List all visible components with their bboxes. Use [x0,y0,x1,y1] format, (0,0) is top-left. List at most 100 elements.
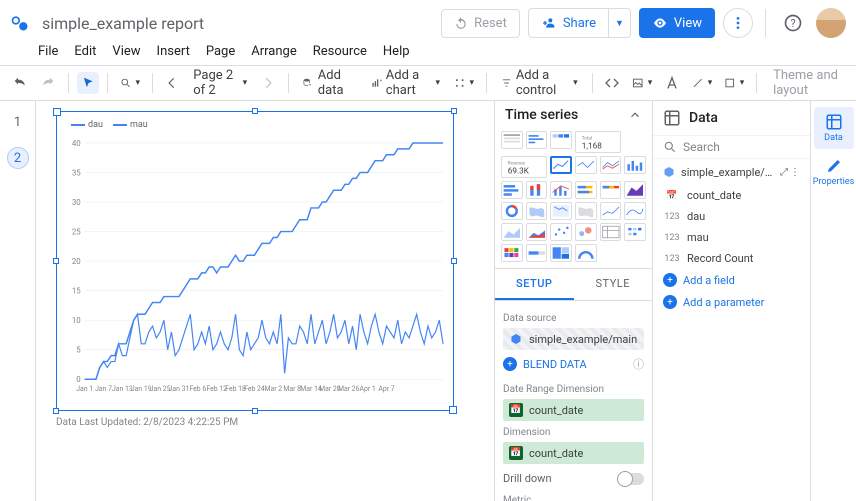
blend-add-icon[interactable]: + [503,357,517,371]
field-record-count[interactable]: 123Record Count [653,248,810,269]
menu-resource[interactable]: Resource [313,44,367,59]
chart-type-bar[interactable] [624,156,646,174]
drill-down-toggle[interactable] [618,473,644,485]
menu-file[interactable]: File [38,44,58,59]
user-avatar[interactable] [816,8,846,38]
code-icon [604,75,620,91]
datasource-chip[interactable]: simple_example/main [503,328,644,350]
field-search[interactable]: Search [653,136,810,159]
redo-button[interactable] [36,71,60,95]
chart-type-table-bars[interactable] [526,131,548,149]
more-options-button[interactable] [723,8,753,38]
view-button[interactable]: View [639,8,715,38]
dimension-chip[interactable]: 📅 count_date [503,442,644,464]
chart-type-scorecard-compact[interactable]: Revenue69.3K [501,156,547,178]
chart-type-area2[interactable] [501,223,523,241]
more-vert-icon [730,15,746,31]
share-button[interactable]: Share [528,8,608,38]
menu-arrange[interactable]: Arrange [251,44,296,59]
chart-type-sparkline[interactable] [575,156,597,174]
rail-data-button[interactable]: Data [814,107,854,149]
chart-type-timeseries[interactable] [550,156,572,174]
chart-type-pivot-bars[interactable] [624,223,646,241]
chart-type-geo-filled[interactable] [550,202,572,220]
undo-icon [454,16,468,30]
chart-type-stackbar[interactable] [526,181,548,199]
chart-type-area[interactable] [624,181,646,199]
datasource-row[interactable]: simple_example/main ⤢ ⋮ [653,159,810,185]
page-thumb-1[interactable]: 1 [7,111,29,133]
report-canvas[interactable]: dau mau 0510152025303540 Jan 1Jan 7Jan 1… [36,101,494,501]
page-indicator[interactable]: Page 2 of 2 ▾ [187,64,253,102]
shape-button[interactable]: ▾ [720,71,748,95]
chart-type-pivot[interactable] [600,223,622,241]
ds-menu-icon[interactable]: ⋮ [790,167,800,178]
chart-type-stackbar-h[interactable] [575,181,597,199]
svg-text:25: 25 [72,228,81,237]
collapse-ds-icon[interactable]: ⤢ [780,167,788,178]
chart-type-bullet[interactable] [526,244,548,262]
time-series-chart[interactable]: dau mau 0510152025303540 Jan 1Jan 7Jan 1… [56,111,454,411]
next-page-button[interactable] [257,72,280,94]
chart-type-stackbar-100[interactable] [600,181,622,199]
menu-page[interactable]: Page [206,44,235,59]
line-button[interactable]: ▾ [688,71,716,95]
blend-data-button[interactable]: BLEND DATA [523,358,587,371]
bigquery-icon [509,332,523,346]
chart-type-bubble[interactable] [575,223,597,241]
tab-setup[interactable]: SETUP [495,269,574,300]
help-button[interactable]: ? [778,8,808,38]
chart-type-stackedarea[interactable] [526,223,548,241]
add-field-button[interactable]: +Add a field [653,269,810,291]
chart-type-spark-bars[interactable] [600,156,622,174]
community-viz-button[interactable]: ▾ [450,71,478,95]
chart-type-table[interactable] [501,131,523,149]
chart-type-combo[interactable] [550,181,572,199]
svg-text:20: 20 [72,257,81,266]
add-chart-button[interactable]: +Add a chart ▾ [365,64,446,102]
chart-type-treemap[interactable] [550,244,572,262]
chart-type-geo[interactable] [526,202,548,220]
chart-type-table-heat[interactable] [550,131,572,149]
add-parameter-button[interactable]: +Add a parameter [653,291,810,313]
menu-insert[interactable]: Insert [157,44,190,59]
config-tabs: SETUP STYLE [495,269,652,301]
chart-type-scorecard[interactable]: Total1,168 [575,131,621,153]
image-button[interactable]: ▾ [628,71,656,95]
text-button[interactable] [660,71,684,95]
chart-type-geo2[interactable] [575,202,597,220]
chart-type-smoothline[interactable] [624,202,646,220]
chart-type-scatter[interactable] [550,223,572,241]
config-setup-body: Data source simple_example/main + BLEND … [495,301,652,501]
blend-help-icon[interactable]: ⓘ [633,356,644,372]
filter-icon [501,75,512,91]
collapse-config-button[interactable] [628,108,642,122]
embed-button[interactable] [600,71,624,95]
rail-properties-button[interactable]: Properties [814,151,854,193]
add-data-button[interactable]: +Add data [296,64,360,102]
tab-style[interactable]: STYLE [574,269,653,300]
field-count-date[interactable]: 📅count_date [653,185,810,206]
page-thumb-2[interactable]: 2 [7,147,29,169]
chart-type-gauge[interactable] [575,244,597,262]
daterange-chip[interactable]: 📅 count_date [503,399,644,421]
share-dropdown[interactable]: ▼ [608,8,631,38]
prev-page-button[interactable] [161,72,184,94]
svg-text:+: + [380,79,382,84]
chart-type-pivot-heat[interactable] [501,244,523,262]
field-mau[interactable]: 123mau [653,227,810,248]
zoom-button[interactable]: ▾ [116,71,144,95]
menu-view[interactable]: View [112,44,140,59]
menu-help[interactable]: Help [383,44,410,59]
chart-type-donut[interactable] [501,202,523,220]
chart-type-bar-h[interactable] [501,181,523,199]
menu-edit[interactable]: Edit [74,44,96,59]
theme-layout-button[interactable]: Theme and layout [765,68,848,98]
selection-tool[interactable] [77,72,100,94]
chart-type-line2[interactable] [600,202,622,220]
field-dau[interactable]: 123dau [653,206,810,227]
document-title[interactable]: simple_example report [38,12,441,35]
undo-button[interactable] [8,71,32,95]
add-control-button[interactable]: Add a control ▾ [495,64,584,102]
reset-button[interactable]: Reset [441,9,520,38]
